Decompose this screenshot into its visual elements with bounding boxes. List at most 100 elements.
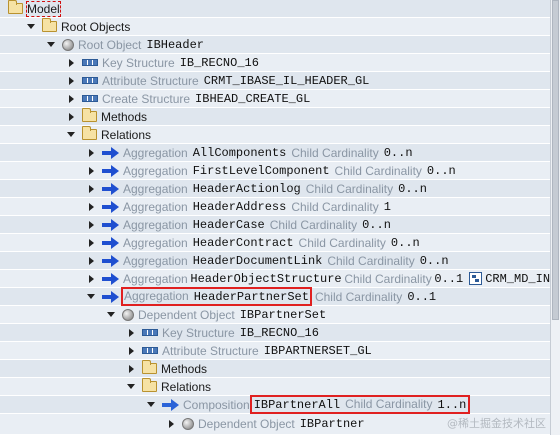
structure-icon [142, 347, 158, 354]
structure-link-icon[interactable] [469, 272, 483, 285]
arrow-right-icon [102, 200, 119, 213]
node-name: HeaderPartnerSet [193, 290, 309, 304]
node-type: Aggregation [123, 199, 188, 214]
folder-icon [142, 378, 157, 392]
tree-node-methods[interactable]: Methods [0, 360, 550, 378]
node-label: Methods [101, 109, 148, 124]
cardinality-label: Child Cardinality [291, 199, 379, 214]
expand-toggle[interactable] [86, 256, 96, 266]
cardinality-label: Child Cardinality [314, 289, 403, 304]
collapse-toggle[interactable] [126, 382, 136, 392]
tree-node-attribute-structure[interactable]: Attribute Structure IBPARTNERSET_GL [0, 342, 550, 360]
arrow-right-icon [102, 272, 119, 285]
expand-toggle[interactable] [86, 148, 96, 158]
node-type: Key Structure [102, 55, 175, 70]
linked-model-name: CRM_MD_IN [485, 271, 550, 286]
tree-node-aggregation[interactable]: Aggregation HeaderObjectStructure Child … [0, 270, 550, 288]
arrow-right-icon [102, 146, 119, 159]
highlight-box: Aggregation HeaderPartnerSet [121, 287, 312, 306]
tree-node-aggregation[interactable]: Aggregation HeaderActionlog Child Cardin… [0, 180, 550, 198]
tree-node-dependent-object[interactable]: Dependent Object IBPartnerSet [0, 306, 550, 324]
collapse-toggle[interactable] [146, 400, 156, 410]
tree-node-relations[interactable]: Relations [0, 378, 550, 396]
tree-node-aggregation[interactable]: Aggregation HeaderDocumentLink Child Car… [0, 252, 550, 270]
tree-node-create-structure[interactable]: Create Structure IBHEAD_CREATE_GL [0, 90, 550, 108]
expand-toggle[interactable] [126, 346, 136, 356]
tree-node-aggregation-selected[interactable]: Aggregation HeaderPartnerSet Child Cardin… [0, 287, 550, 306]
arrow-right-icon [102, 218, 119, 231]
node-type: Aggregation [123, 163, 188, 178]
node-label: Model [26, 0, 61, 17]
cardinality-label: Child Cardinality [327, 253, 415, 268]
node-name: IBHEAD_CREATE_GL [195, 91, 311, 106]
node-label: Relations [161, 379, 212, 394]
node-type: Dependent Object [198, 417, 295, 431]
expand-toggle[interactable] [86, 220, 96, 230]
node-type: Attribute Structure [162, 343, 259, 358]
node-label: Methods [161, 361, 208, 376]
expand-toggle[interactable] [86, 238, 96, 248]
collapse-toggle[interactable] [46, 40, 56, 50]
sphere-icon [122, 308, 134, 321]
node-name: IB_RECNO_16 [179, 55, 259, 70]
structure-icon [82, 77, 98, 84]
watermark: @稀土掘金技术社区 [447, 417, 546, 430]
tree-node-aggregation[interactable]: Aggregation HeaderAddress Child Cardinal… [0, 198, 550, 216]
node-name: HeaderAddress [192, 199, 287, 214]
structure-icon [82, 95, 98, 102]
tree-node-aggregation[interactable]: Aggregation HeaderCase Child Cardinality… [0, 216, 550, 234]
collapse-toggle[interactable] [106, 310, 116, 320]
node-type: Root Object [78, 37, 142, 52]
node-name: IBPartnerAll [253, 398, 341, 412]
node-name: IBPARTNERSET_GL [263, 343, 372, 358]
tree-node-key-structure[interactable]: Key Structure IB_RECNO_16 [0, 54, 550, 72]
tree-node-aggregation[interactable]: Aggregation HeaderContract Child Cardina… [0, 234, 550, 252]
collapse-toggle[interactable] [26, 22, 36, 32]
expand-toggle[interactable] [166, 419, 176, 429]
collapse-toggle[interactable] [66, 130, 76, 140]
expand-toggle[interactable] [126, 364, 136, 374]
expand-toggle[interactable] [86, 274, 96, 284]
expand-toggle[interactable] [86, 166, 96, 176]
folder-open-icon [8, 0, 23, 14]
sphere-icon [62, 38, 74, 51]
cardinality-label: Child Cardinality [298, 235, 386, 250]
expand-toggle[interactable] [66, 112, 76, 122]
tree-node-aggregation[interactable]: Aggregation AllComponents Child Cardinal… [0, 144, 550, 162]
node-type: Dependent Object [138, 307, 235, 322]
scrollbar-thumb[interactable] [552, 0, 559, 320]
tree-node-composition-selected[interactable]: Composition IBPartnerAll Child Cardinalit… [0, 395, 550, 414]
cardinality-value: 1 [383, 199, 391, 214]
collapse-toggle[interactable] [86, 292, 96, 302]
arrow-right-icon [102, 254, 119, 267]
node-name: HeaderCase [192, 217, 265, 232]
model-tree: Model Root Objects Root Object IBHeader … [0, 0, 550, 435]
expand-toggle[interactable] [126, 328, 136, 338]
expand-toggle[interactable] [66, 76, 76, 86]
expand-toggle[interactable] [86, 184, 96, 194]
node-name: HeaderContract [192, 235, 294, 250]
folder-icon [142, 360, 157, 374]
node-type: Key Structure [162, 325, 235, 340]
expand-toggle[interactable] [66, 94, 76, 104]
tree-node-key-structure[interactable]: Key Structure IB_RECNO_16 [0, 324, 550, 342]
expand-toggle[interactable] [86, 202, 96, 212]
cardinality-value: 0..n [419, 253, 449, 268]
folder-icon [42, 18, 57, 32]
expand-toggle[interactable] [66, 58, 76, 68]
tree-node-aggregation[interactable]: Aggregation FirstLevelComponent Child Ca… [0, 162, 550, 180]
arrow-right-icon [102, 236, 119, 249]
node-type: Composition [183, 397, 250, 412]
tree-node-root-objects[interactable]: Root Objects [0, 18, 550, 36]
node-type: Aggregation [123, 145, 188, 160]
tree-node-model[interactable]: Model [0, 0, 550, 18]
tree-node-methods[interactable]: Methods [0, 108, 550, 126]
tree-node-attribute-structure[interactable]: Attribute Structure CRMT_IBASE_IL_HEADER… [0, 72, 550, 90]
node-name: CRMT_IBASE_IL_HEADER_GL [203, 73, 370, 88]
tree-node-relations[interactable]: Relations [0, 126, 550, 144]
cardinality-value: 0..n [383, 145, 413, 160]
tree-node-root-object[interactable]: Root Object IBHeader [0, 36, 550, 54]
structure-icon [82, 59, 98, 66]
cardinality-value: 0..1 [434, 271, 464, 286]
vertical-scrollbar[interactable] [550, 0, 560, 435]
